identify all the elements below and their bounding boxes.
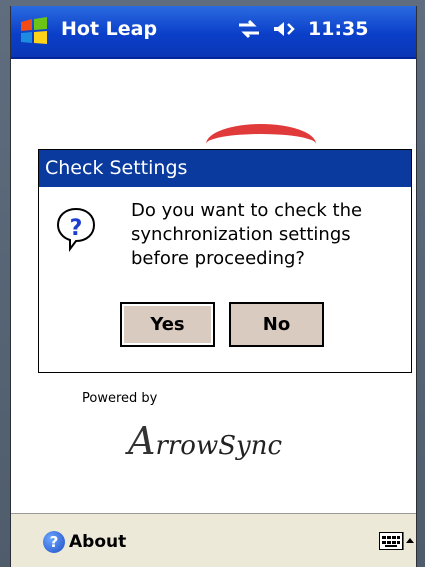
svg-text:?: ? [70, 216, 83, 241]
arrowsync-logo-initial: A [128, 419, 156, 463]
sip-arrow-icon[interactable] [403, 532, 416, 550]
windows-start-icon[interactable] [17, 16, 53, 46]
status-area: 11:35 [236, 18, 368, 40]
title-bar: Hot Leap 11:35 [11, 6, 416, 59]
app-title: Hot Leap [61, 18, 158, 40]
about-label: About [69, 532, 127, 552]
arrowsync-logo-rest: rrowSync [155, 431, 283, 461]
powered-by-label: Powered by [82, 391, 158, 406]
menu-bar: ? About [11, 513, 416, 567]
dialog-title: Check Settings [39, 150, 411, 187]
connectivity-icon[interactable] [236, 18, 262, 40]
help-icon: ? [43, 531, 65, 553]
yes-button[interactable]: Yes [120, 302, 215, 347]
clock[interactable]: 11:35 [308, 18, 368, 40]
dialog-body: ? Do you want to check the synchronizati… [39, 187, 411, 372]
dialog-message: Do you want to check the synchronization… [131, 200, 363, 269]
about-menu[interactable]: ? About [43, 531, 126, 553]
question-icon: ? [55, 206, 97, 252]
check-settings-dialog: Check Settings ? Do you want to check th… [38, 149, 412, 373]
arrowsync-logo: ArrowSync [128, 419, 282, 463]
device-frame: Hot Leap 11:35 Check Settings ? Do you w… [0, 0, 425, 567]
keyboard-icon[interactable] [379, 532, 403, 550]
main-content: Check Settings ? Do you want to check th… [11, 59, 416, 519]
speaker-icon[interactable] [272, 18, 298, 40]
screen: Hot Leap 11:35 Check Settings ? Do you w… [10, 6, 417, 567]
no-button[interactable]: No [229, 302, 324, 347]
